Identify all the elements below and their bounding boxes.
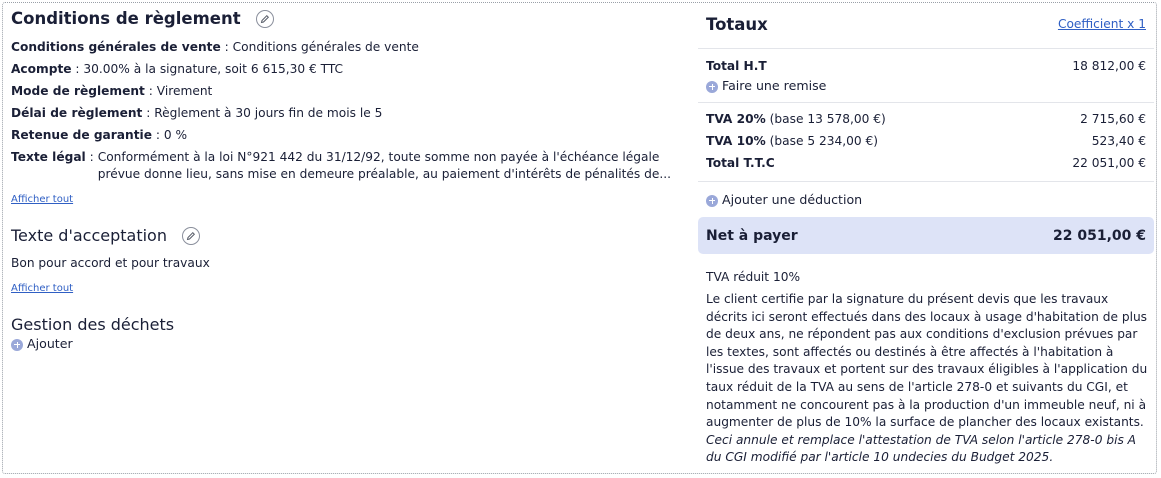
condition-value: Règlement à 30 jours fin de mois le 5 [154,106,383,120]
add-waste-label: Ajouter [27,336,73,351]
acceptance-title: Texte d'acceptation [11,226,167,245]
condition-row-cgv: Conditions générales de vente : Conditio… [11,40,419,54]
plus-circle-icon [706,80,718,93]
waste-title: Gestion des déchets [11,315,175,334]
net-value: 22 051,00 € [1053,227,1146,244]
condition-label: Conditions générales de vente [11,40,221,54]
edit-acceptance-button[interactable] [182,226,201,245]
condition-label: Délai de règlement [11,106,143,120]
acceptance-header: Texte d'acceptation [11,225,201,245]
tva20-value: 2 715,60 € [1080,112,1146,126]
acceptance-text: Bon pour accord et pour travaux [11,256,210,270]
tva10-row: TVA 10% (base 5 234,00 €) 523,40 € [706,134,1146,148]
legal-text-row: Texte légal : Conformément à la loi N°92… [11,149,672,183]
total-ttc-label: Total T.T.C [706,156,775,170]
quote-footer-panel: Conditions de règlement Conditions génér… [2,2,1157,474]
tva10-value: 523,40 € [1091,134,1146,148]
coefficient-link[interactable]: Coefficient x 1 [1058,17,1146,31]
total-ttc-value: 22 051,00 € [1072,156,1146,170]
edit-conditions-button[interactable] [255,9,274,28]
divider [698,48,1154,49]
condition-row-retenue: Retenue de garantie : 0 % [11,128,188,142]
condition-row-mode: Mode de règlement : Virement [11,84,213,98]
plus-circle-icon [11,338,23,351]
show-all-conditions-link[interactable]: Afficher tout [11,194,73,205]
condition-label: Acompte [11,62,72,76]
condition-label: Mode de règlement [11,84,145,98]
tva20-base: (base 13 578,00 €) [769,112,886,126]
divider [698,102,1154,103]
add-deduction-button[interactable]: Ajouter une déduction [706,192,862,207]
totals-title: Totaux [706,15,768,34]
divider [698,181,1154,182]
total-ht-value: 18 812,00 € [1072,59,1146,73]
legal-text: Conformément à la loi N°921 442 du 31/12… [94,149,672,183]
pencil-icon [260,14,269,23]
condition-row-acompte: Acompte : 30.00% à la signature, soit 6 … [11,62,344,76]
tva10-base: (base 5 234,00 €) [769,134,878,148]
legal-text-line-1: Conformément à la loi N°921 442 du 31/12… [97,150,660,164]
tva20-row: TVA 20% (base 13 578,00 €) 2 715,60 € [706,112,1146,126]
condition-row-delai: Délai de règlement : Règlement à 30 jour… [11,106,383,120]
conditions-header: Conditions de règlement [11,8,274,28]
add-discount-button[interactable]: Faire une remise [706,78,826,93]
pencil-icon [186,231,196,240]
condition-label: Retenue de garantie [11,128,152,142]
tva20-label: TVA 20% [706,112,766,126]
legal-label: Texte légal [11,150,86,164]
condition-value: Conditions générales de vente [232,40,419,54]
tva-notice-title: TVA réduit 10% [706,270,801,284]
tva-notice-body: Le client certifie par la signature du p… [706,292,1148,430]
conditions-title: Conditions de règlement [11,9,241,28]
add-waste-button[interactable]: Ajouter [11,336,73,351]
conditions-rows: Conditions générales de vente : Conditio… [11,36,419,146]
net-label: Net à payer [706,227,798,244]
condition-value: Virement [156,84,213,98]
condition-value: 0 % [163,128,188,142]
net-to-pay-row: Net à payer 22 051,00 € [698,217,1154,254]
plus-circle-icon [706,194,718,207]
total-ht-row: Total H.T 18 812,00 € [706,59,1146,73]
tva-notice-italic: Ceci annule et remplace l'attestation de… [706,432,1137,465]
total-ht-label: Total H.T [706,59,767,73]
show-all-acceptance-link[interactable]: Afficher tout [11,283,73,294]
add-deduction-label: Ajouter une déduction [722,192,863,207]
add-discount-label: Faire une remise [722,78,827,93]
legal-label-wrap: Texte légal : [11,150,94,164]
condition-value: 30.00% à la signature, soit 6 615,30 € T… [83,62,344,76]
tva10-label: TVA 10% [706,134,766,148]
legal-text-line-2: prévue donne lieu, sans mise en demeure … [97,167,672,181]
total-ttc-row: Total T.T.C 22 051,00 € [706,156,1146,170]
tva-notice-text: Le client certifie par la signature du p… [706,291,1150,467]
